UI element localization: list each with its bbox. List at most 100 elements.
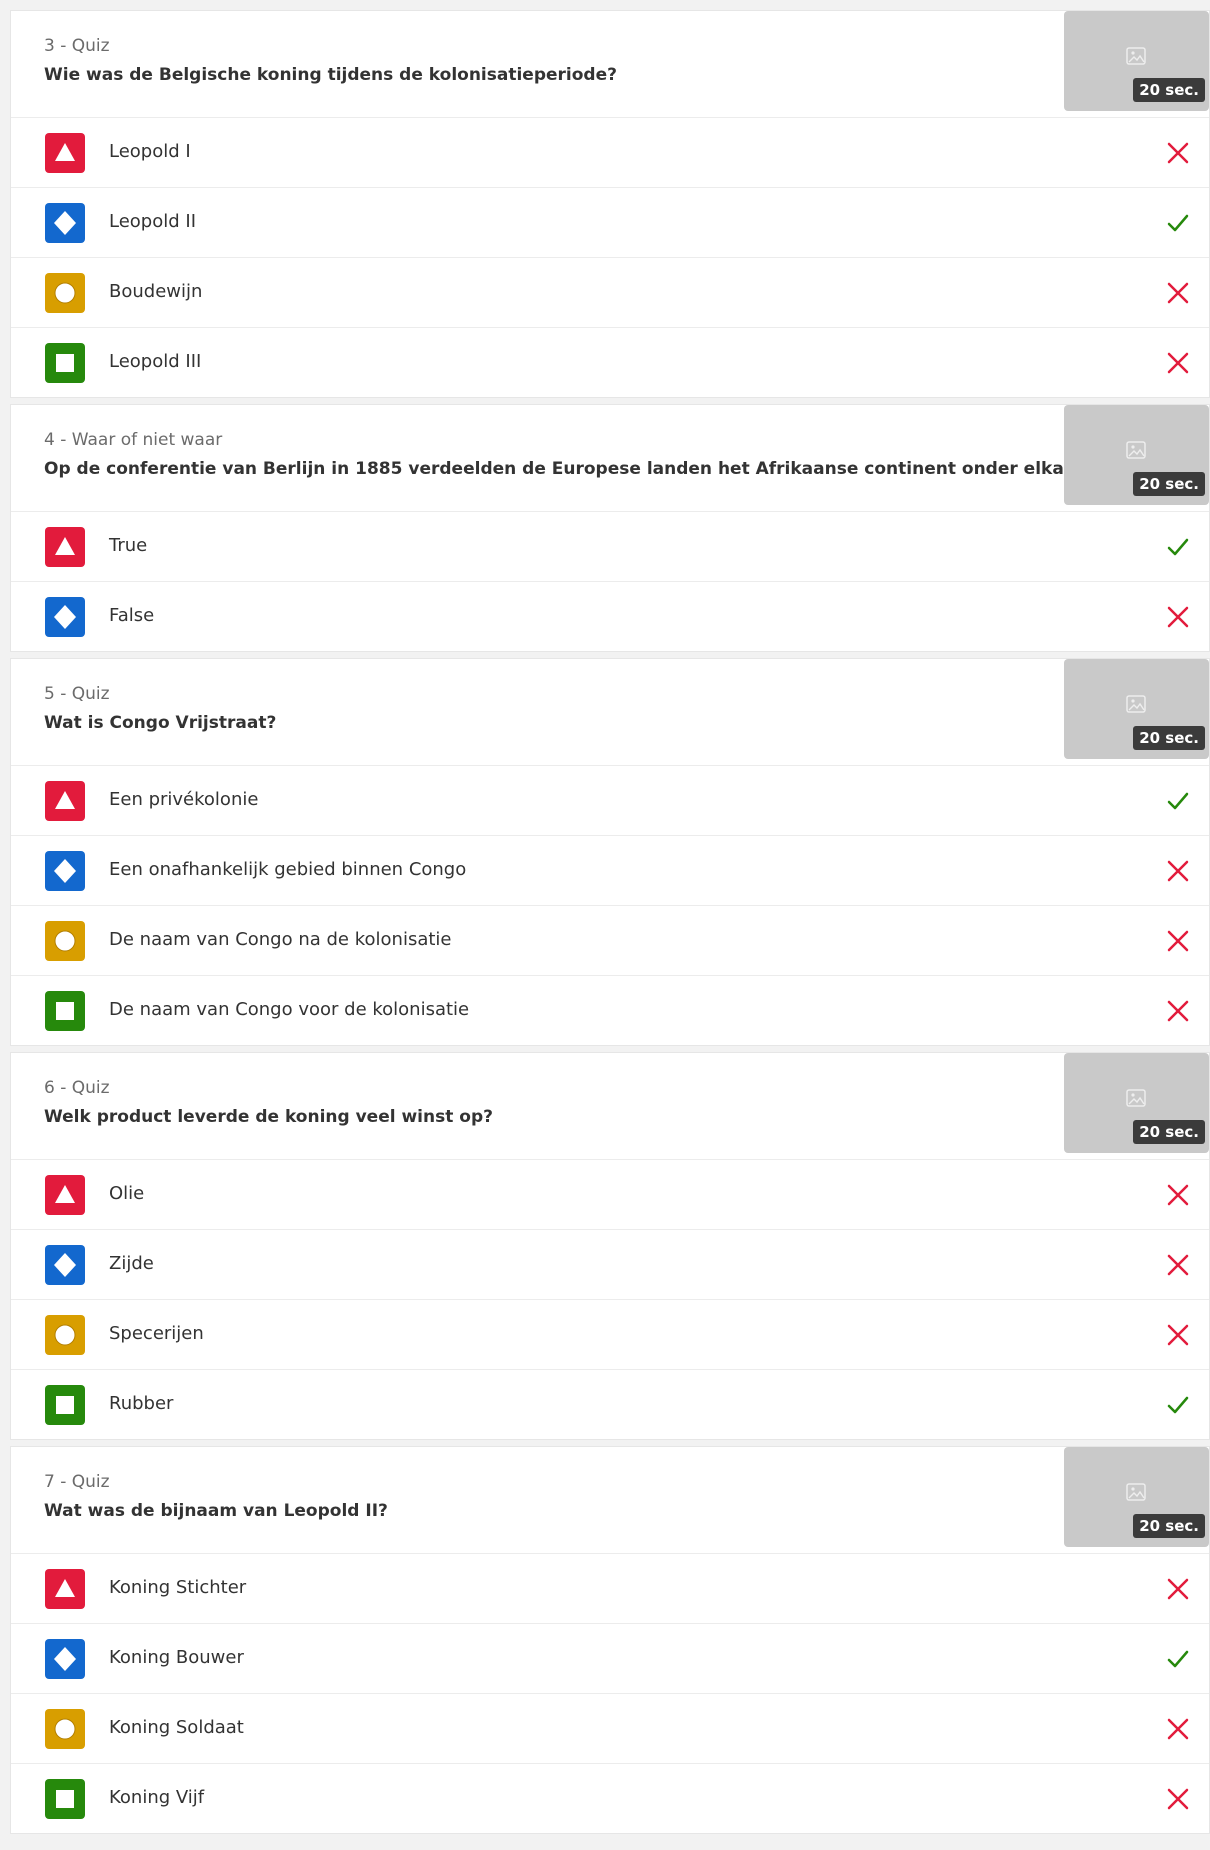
question-title: Wat is Congo Vrijstraat? bbox=[44, 713, 277, 733]
circle-icon bbox=[45, 1315, 85, 1355]
image-icon bbox=[1126, 695, 1146, 713]
cross-icon bbox=[1165, 350, 1191, 376]
question-card[interactable]: 6 - Quiz Welk product leverde de koning v… bbox=[10, 1052, 1210, 1440]
image-icon bbox=[1126, 1089, 1146, 1107]
answer-row: Een onafhankelijk gebied binnen Congo bbox=[11, 836, 1209, 906]
answer-row: Een privékolonie bbox=[11, 766, 1209, 836]
question-type: 4 - Waar of niet waar bbox=[44, 430, 223, 450]
image-icon bbox=[1126, 47, 1146, 65]
square-icon bbox=[45, 991, 85, 1031]
question-image-placeholder[interactable]: 20 sec. bbox=[1064, 659, 1209, 759]
question-image-placeholder[interactable]: 20 sec. bbox=[1064, 405, 1209, 505]
triangle-icon bbox=[45, 1175, 85, 1215]
time-limit-badge: 20 sec. bbox=[1133, 1514, 1205, 1538]
circle-icon bbox=[45, 273, 85, 313]
answer-row: True bbox=[11, 512, 1209, 582]
question-type: 3 - Quiz bbox=[44, 36, 110, 56]
square-icon bbox=[45, 1779, 85, 1819]
question-image-placeholder[interactable]: 20 sec. bbox=[1064, 1447, 1209, 1547]
question-card[interactable]: 5 - Quiz Wat is Congo Vrijstraat? 20 sec. E… bbox=[10, 658, 1210, 1046]
time-limit-badge: 20 sec. bbox=[1133, 78, 1205, 102]
checkmark-icon bbox=[1165, 1392, 1191, 1418]
answer-text: Een privékolonie bbox=[109, 789, 259, 810]
diamond-icon bbox=[45, 597, 85, 637]
answer-text: Koning Bouwer bbox=[109, 1647, 244, 1668]
answer-text: Leopold II bbox=[109, 211, 197, 232]
cross-icon bbox=[1165, 1716, 1191, 1742]
question-header: 7 - Quiz Wat was de bijnaam van Leopold I… bbox=[11, 1447, 1209, 1554]
triangle-icon bbox=[45, 781, 85, 821]
answer-row: Koning Vijf bbox=[11, 1764, 1209, 1833]
answer-row: Olie bbox=[11, 1160, 1209, 1230]
answer-row: Leopold II bbox=[11, 188, 1209, 258]
answer-text: Koning Stichter bbox=[109, 1577, 247, 1598]
question-header: 6 - Quiz Welk product leverde de koning v… bbox=[11, 1053, 1209, 1160]
question-image-placeholder[interactable]: 20 sec. bbox=[1064, 11, 1209, 111]
cross-icon bbox=[1165, 1322, 1191, 1348]
cross-icon bbox=[1165, 140, 1191, 166]
question-card[interactable]: 3 - Quiz Wie was de Belgische koning tijd… bbox=[10, 10, 1210, 398]
question-image-placeholder[interactable]: 20 sec. bbox=[1064, 1053, 1209, 1153]
question-title: Op de conferentie van Berlijn in 1885 ve… bbox=[44, 459, 1088, 479]
answer-row: De naam van Congo na de kolonisatie bbox=[11, 906, 1209, 976]
answer-text: De naam van Congo na de kolonisatie bbox=[109, 929, 452, 950]
square-icon bbox=[45, 1385, 85, 1425]
cross-icon bbox=[1165, 928, 1191, 954]
question-type: 6 - Quiz bbox=[44, 1078, 110, 1098]
answer-text: Boudewijn bbox=[109, 281, 203, 302]
time-limit-badge: 20 sec. bbox=[1133, 726, 1205, 750]
question-title: Wie was de Belgische koning tijdens de k… bbox=[44, 65, 617, 85]
answer-row: Koning Bouwer bbox=[11, 1624, 1209, 1694]
answer-text: True bbox=[109, 535, 148, 556]
diamond-icon bbox=[45, 1639, 85, 1679]
checkmark-icon bbox=[1165, 534, 1191, 560]
question-card[interactable]: 7 - Quiz Wat was de bijnaam van Leopold I… bbox=[10, 1446, 1210, 1834]
answer-text: Leopold I bbox=[109, 141, 191, 162]
answer-text: Koning Soldaat bbox=[109, 1717, 244, 1738]
question-title: Welk product leverde de koning veel wins… bbox=[44, 1107, 493, 1127]
answer-text: Specerijen bbox=[109, 1323, 204, 1344]
cross-icon bbox=[1165, 1252, 1191, 1278]
cross-icon bbox=[1165, 280, 1191, 306]
circle-icon bbox=[45, 1709, 85, 1749]
diamond-icon bbox=[45, 203, 85, 243]
triangle-icon bbox=[45, 527, 85, 567]
triangle-icon bbox=[45, 133, 85, 173]
question-type: 5 - Quiz bbox=[44, 684, 110, 704]
image-icon bbox=[1126, 441, 1146, 459]
answer-text: Rubber bbox=[109, 1393, 174, 1414]
answer-row: Koning Stichter bbox=[11, 1554, 1209, 1624]
answer-row: Rubber bbox=[11, 1370, 1209, 1439]
answer-row: Zijde bbox=[11, 1230, 1209, 1300]
cross-icon bbox=[1165, 998, 1191, 1024]
answer-row: False bbox=[11, 582, 1209, 651]
image-icon bbox=[1126, 1483, 1146, 1501]
square-icon bbox=[45, 343, 85, 383]
answer-text: Zijde bbox=[109, 1253, 154, 1274]
time-limit-badge: 20 sec. bbox=[1133, 1120, 1205, 1144]
question-header: 4 - Waar of niet waar Op de conferentie v… bbox=[11, 405, 1209, 512]
answer-row: Koning Soldaat bbox=[11, 1694, 1209, 1764]
circle-icon bbox=[45, 921, 85, 961]
cross-icon bbox=[1165, 1182, 1191, 1208]
time-limit-badge: 20 sec. bbox=[1133, 472, 1205, 496]
answer-text: Een onafhankelijk gebied binnen Congo bbox=[109, 859, 467, 880]
answer-text: Koning Vijf bbox=[109, 1787, 205, 1808]
answer-row: Specerijen bbox=[11, 1300, 1209, 1370]
answer-row: Leopold I bbox=[11, 118, 1209, 188]
answer-text: False bbox=[109, 605, 155, 626]
triangle-icon bbox=[45, 1569, 85, 1609]
question-header: 5 - Quiz Wat is Congo Vrijstraat? 20 sec. bbox=[11, 659, 1209, 766]
answer-text: Olie bbox=[109, 1183, 145, 1204]
question-type: 7 - Quiz bbox=[44, 1472, 110, 1492]
question-card[interactable]: 4 - Waar of niet waar Op de conferentie v… bbox=[10, 404, 1210, 652]
question-title: Wat was de bijnaam van Leopold II? bbox=[44, 1501, 388, 1521]
answer-row: Leopold III bbox=[11, 328, 1209, 397]
cross-icon bbox=[1165, 604, 1191, 630]
question-header: 3 - Quiz Wie was de Belgische koning tijd… bbox=[11, 11, 1209, 118]
checkmark-icon bbox=[1165, 210, 1191, 236]
checkmark-icon bbox=[1165, 1646, 1191, 1672]
cross-icon bbox=[1165, 1786, 1191, 1812]
answer-row: Boudewijn bbox=[11, 258, 1209, 328]
diamond-icon bbox=[45, 1245, 85, 1285]
